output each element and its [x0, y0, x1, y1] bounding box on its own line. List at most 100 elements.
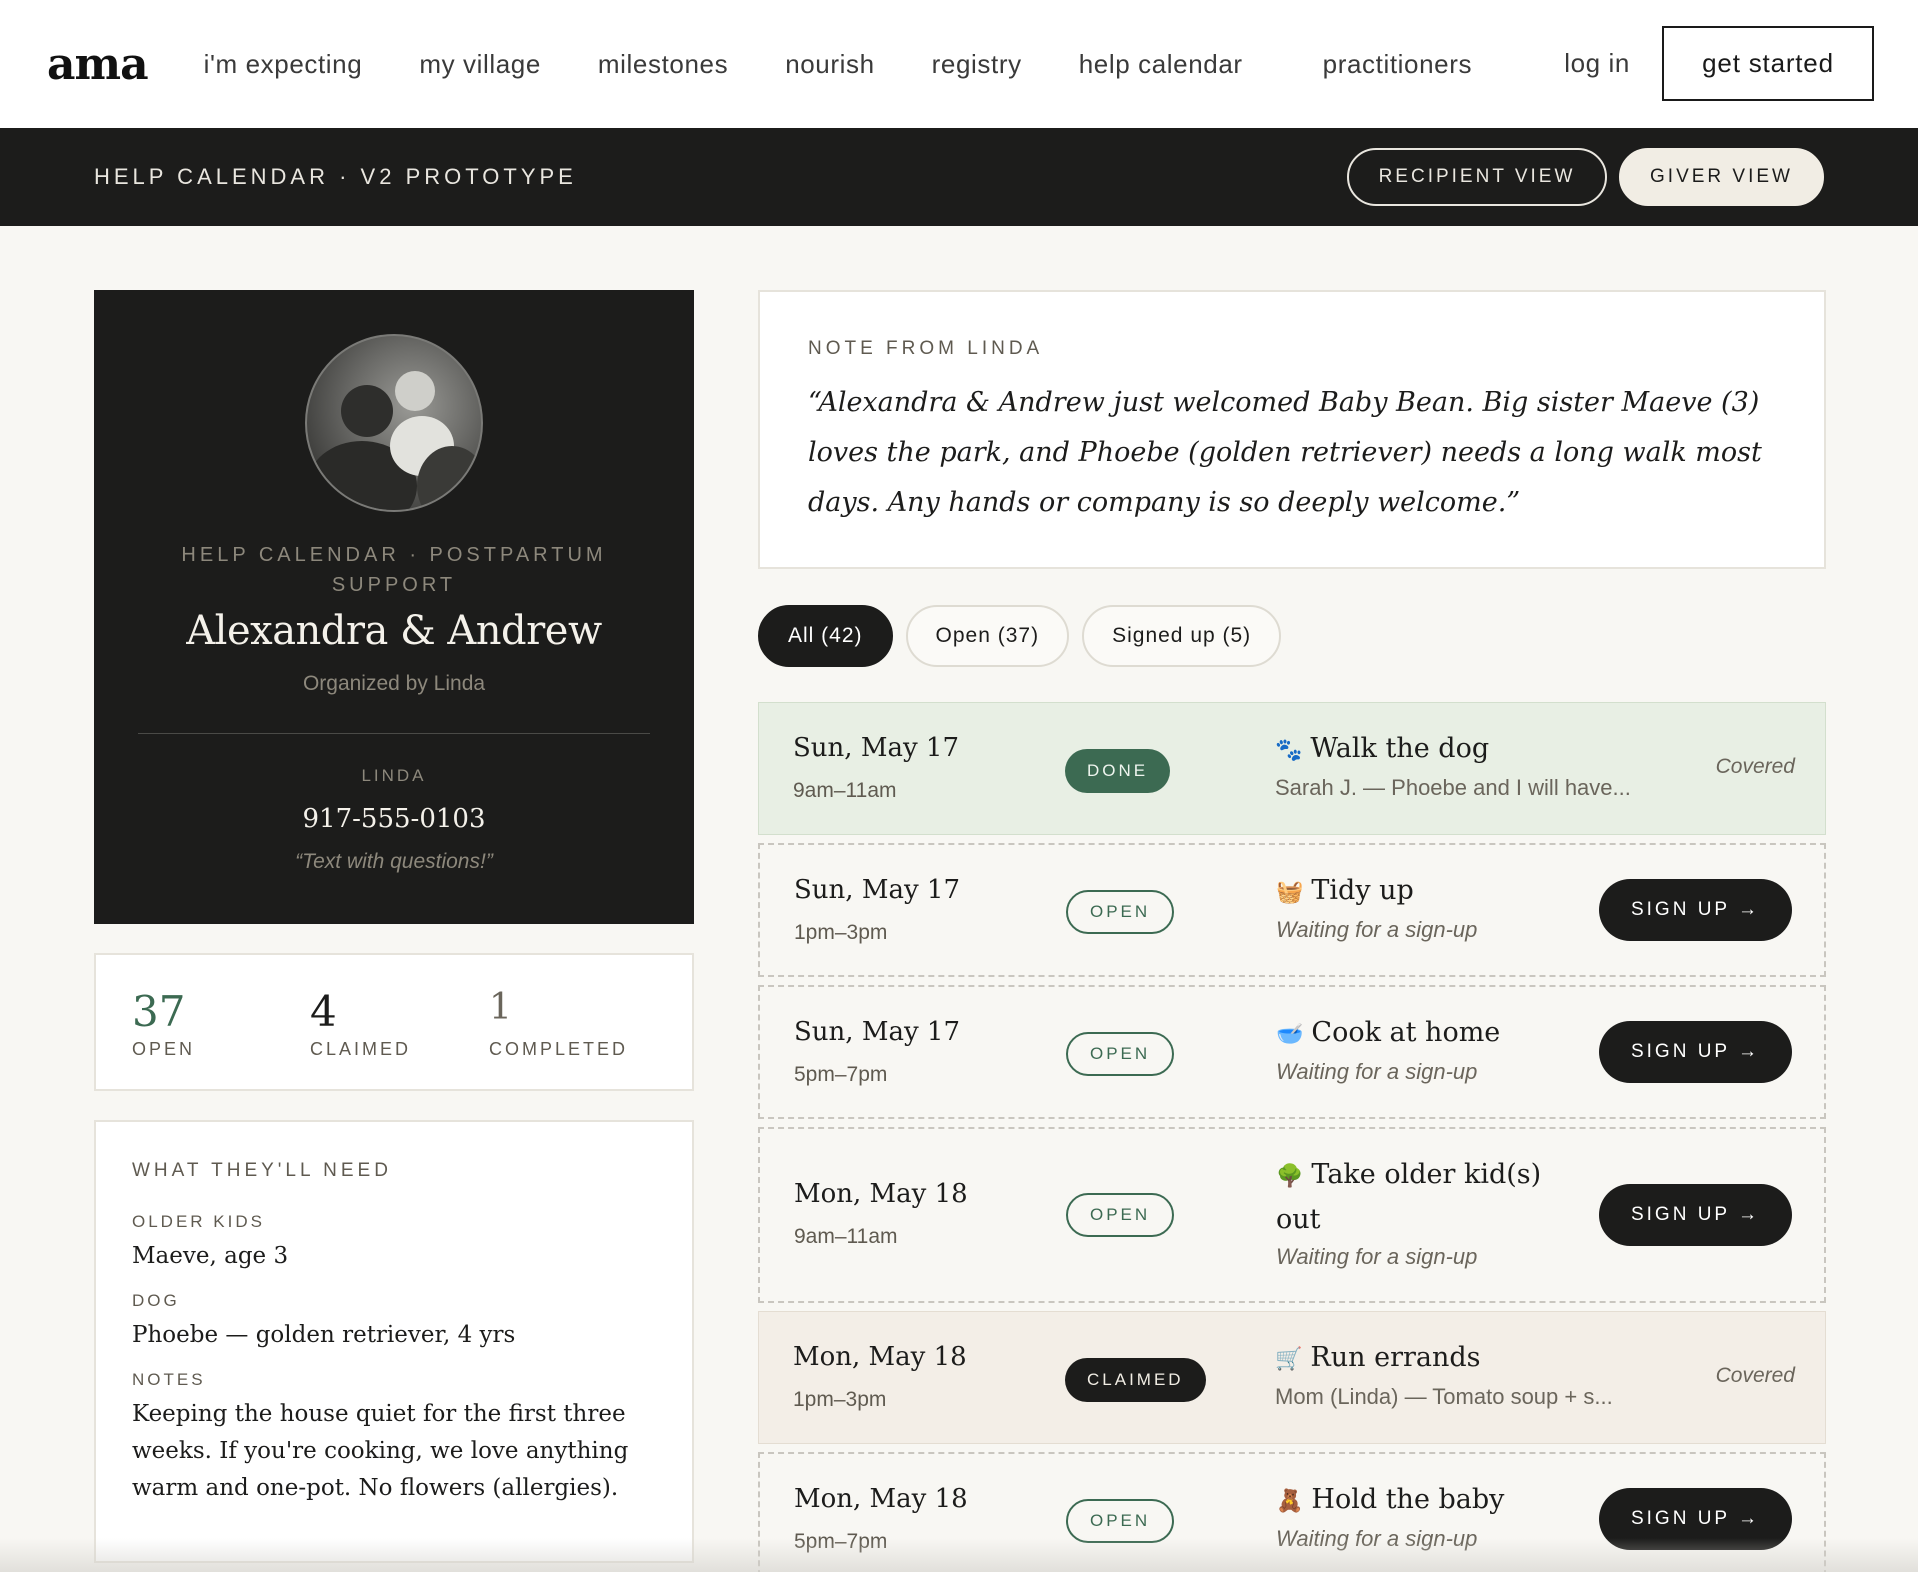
slot-date: Mon, May 18 [793, 1342, 967, 1372]
slot-row: Mon, May 18 1pm–3pm CLAIMED 🛒 Run errands… [758, 1311, 1826, 1444]
stat-claimed-value: 4 [310, 987, 337, 1036]
filter-pills: All (42) Open (37) Signed up (5) [758, 605, 1294, 667]
needs-card: WHAT THEY'LL NEED OLDER KIDS Maeve, age … [94, 1120, 694, 1563]
login-link[interactable]: log in [1564, 48, 1630, 79]
top-nav: ama i'm expecting my village milestones … [0, 0, 1918, 128]
covered-label: Covered [1715, 755, 1795, 778]
nav-right: log in get started [1564, 26, 1874, 101]
paw-icon: 🐾 [1275, 738, 1303, 763]
task-detail: Sarah J. — Phoebe and I will have... [1275, 775, 1631, 800]
view-toggle: RECIPIENT VIEW GIVER VIEW [1335, 148, 1824, 206]
nav-link-expecting[interactable]: i'm expecting [204, 49, 363, 80]
task-title: Tidy up [1311, 875, 1414, 906]
task-title: Take older kid(s) out [1276, 1159, 1542, 1235]
task-detail: Waiting for a sign-up [1276, 1526, 1478, 1551]
nav-link-my-village[interactable]: my village [419, 49, 541, 80]
nav-link-nourish[interactable]: nourish [785, 49, 874, 80]
sign-up-button[interactable]: SIGN UP → [1599, 1184, 1792, 1246]
dog-value: Phoebe — golden retriever, 4 yrs [132, 1322, 516, 1348]
task-title: Run errands [1310, 1342, 1481, 1373]
notes-value: Keeping the house quiet for the first th… [132, 1401, 629, 1501]
task-title: Hold the baby [1311, 1484, 1505, 1515]
contact-phone[interactable]: 917-555-0103 [94, 804, 694, 834]
contact-label: LINDA [361, 766, 427, 785]
filter-all[interactable]: All (42) [758, 605, 893, 667]
stat-open-label: OPEN [132, 1039, 196, 1059]
stat-claimed-label: CLAIMED [310, 1039, 412, 1059]
slot-row: Sun, May 17 1pm–3pm OPEN 🧺 Tidy up Waitin… [758, 843, 1826, 977]
task-detail: Waiting for a sign-up [1276, 1244, 1478, 1269]
task-title: Walk the dog [1310, 733, 1490, 764]
slot-row: Mon, May 18 5pm–7pm OPEN 🧸 Hold the baby … [758, 1452, 1826, 1572]
dog-label: DOG [132, 1291, 180, 1310]
slot-date: Mon, May 18 [794, 1179, 968, 1209]
stat-completed: 1 COMPLETED [489, 985, 628, 1060]
tree-icon: 🌳 [1276, 1164, 1304, 1189]
filter-signed-up[interactable]: Signed up (5) [1082, 605, 1282, 667]
nav-link-help-calendar[interactable]: help calendar [1079, 49, 1243, 80]
recipient-name: Alexandra & Andrew [186, 608, 602, 654]
baby-icon: 🧸 [1276, 1489, 1304, 1514]
sign-up-button[interactable]: SIGN UP → [1599, 1488, 1792, 1550]
nav-link-practitioners[interactable]: practitioners [1323, 49, 1472, 80]
divider [138, 733, 650, 734]
nav-links: i'm expecting my village milestones nour… [188, 49, 1472, 80]
status-badge: DONE [1065, 749, 1171, 793]
note-label: NOTE FROM LINDA [808, 338, 1044, 359]
slot-time: 1pm–3pm [793, 1388, 887, 1411]
profile-eyebrow: HELP CALENDAR · POSTPARTUM SUPPORT [181, 544, 607, 596]
stat-completed-value: 1 [489, 987, 512, 1028]
slot-task: 🐾 Walk the dog Sarah J. — Phoebe and I wi… [1275, 727, 1695, 804]
stat-open: 37 OPEN [132, 989, 195, 1060]
status-badge: OPEN [1066, 1032, 1175, 1076]
stat-completed-label: COMPLETED [489, 1039, 629, 1059]
slot-time: 1pm–3pm [794, 921, 888, 944]
stat-claimed: 4 CLAIMED [310, 989, 411, 1060]
note-text: “Alexandra & Andrew just welcomed Baby B… [808, 387, 1762, 518]
sign-up-button[interactable]: SIGN UP → [1599, 879, 1792, 941]
family-photo [305, 334, 483, 512]
organizer-note: NOTE FROM LINDA “Alexandra & Andrew just… [758, 290, 1826, 569]
nav-link-milestones[interactable]: milestones [598, 49, 728, 80]
slot-time: 9am–11am [794, 1225, 898, 1248]
profile-card: HELP CALENDAR · POSTPARTUM SUPPORT Alexa… [94, 290, 694, 924]
notes-label: NOTES [132, 1370, 206, 1389]
prototype-bar: HELP CALENDAR · V2 PROTOTYPE RECIPIENT V… [0, 128, 1918, 226]
nav-link-registry[interactable]: registry [932, 49, 1022, 80]
slot-time: 5pm–7pm [794, 1063, 888, 1086]
organizer: Organized by Linda [302, 672, 486, 695]
slot-row: Sun, May 17 9am–11am DONE 🐾 Walk the dog … [758, 702, 1826, 835]
slot-date: Sun, May 17 [794, 1017, 960, 1047]
slot-task: 🥣 Cook at home Waiting for a sign-up [1276, 1011, 1596, 1088]
logo[interactable]: ama [47, 39, 149, 90]
get-started-button[interactable]: get started [1662, 26, 1874, 101]
status-badge: OPEN [1066, 1499, 1175, 1543]
slot-row: Sun, May 17 5pm–7pm OPEN 🥣 Cook at home W… [758, 985, 1826, 1119]
contact-note: “Text with questions!” [295, 850, 493, 873]
slot-time: 5pm–7pm [794, 1530, 888, 1553]
slot-task: 🌳 Take older kid(s) out Waiting for a sig… [1276, 1153, 1576, 1273]
status-badge: OPEN [1066, 890, 1175, 934]
slot-task: 🧺 Tidy up Waiting for a sign-up [1276, 869, 1596, 946]
giver-view-button[interactable]: GIVER VIEW [1619, 148, 1824, 206]
older-kids-label: OLDER KIDS [132, 1212, 265, 1231]
stats-card: 37 OPEN 4 CLAIMED 1 COMPLETED [94, 953, 694, 1091]
slot-time: 9am–11am [793, 779, 897, 802]
basket-icon: 🧺 [1276, 880, 1304, 905]
task-detail: Waiting for a sign-up [1276, 917, 1478, 942]
slot-row: Mon, May 18 9am–11am OPEN 🌳 Take older ki… [758, 1127, 1826, 1303]
slot-date: Sun, May 17 [794, 875, 960, 905]
sign-up-button[interactable]: SIGN UP → [1599, 1021, 1792, 1083]
recipient-view-button[interactable]: RECIPIENT VIEW [1347, 148, 1607, 206]
status-badge: OPEN [1066, 1193, 1175, 1237]
covered-label: Covered [1715, 1364, 1795, 1387]
task-detail: Mom (Linda) — Tomato soup + s... [1275, 1384, 1613, 1409]
bowl-icon: 🥣 [1276, 1022, 1304, 1047]
slot-task: 🛒 Run errands Mom (Linda) — Tomato soup +… [1275, 1336, 1695, 1413]
filter-open[interactable]: Open (37) [905, 605, 1070, 667]
older-kids-value: Maeve, age 3 [132, 1243, 289, 1269]
task-title: Cook at home [1311, 1017, 1501, 1048]
slot-list: Sun, May 17 9am–11am DONE 🐾 Walk the dog … [758, 702, 1826, 1572]
needs-title: WHAT THEY'LL NEED [132, 1160, 392, 1181]
task-detail: Waiting for a sign-up [1276, 1059, 1478, 1084]
